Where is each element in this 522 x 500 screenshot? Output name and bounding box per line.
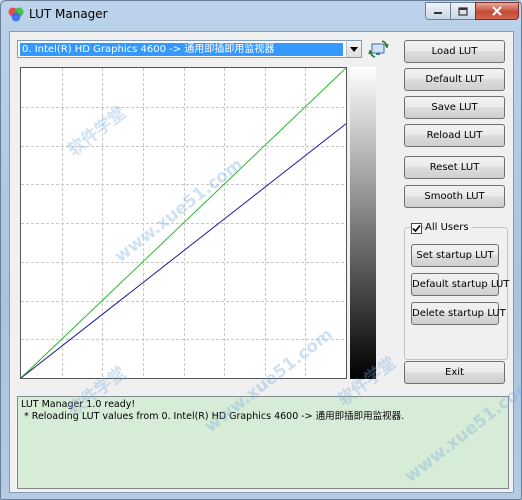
lut-curve-graph[interactable]: [20, 67, 347, 379]
device-select[interactable]: 0. Intel(R) HD Graphics 4600 -> 通用即插即用监视…: [17, 40, 362, 58]
window-title: LUT Manager: [29, 7, 108, 21]
device-select-value: 0. Intel(R) HD Graphics 4600 -> 通用即插即用监视…: [20, 43, 343, 56]
client-area: 0. Intel(R) HD Graphics 4600 -> 通用即插即用监视…: [9, 31, 514, 493]
maximize-icon: [458, 6, 468, 16]
minimize-button[interactable]: [425, 2, 451, 20]
all-users-checkbox[interactable]: [411, 223, 422, 234]
refresh-icon: [368, 40, 389, 58]
close-button[interactable]: [475, 2, 519, 20]
minimize-icon: [434, 12, 442, 14]
close-icon: [492, 6, 502, 16]
delete-startup-lut-button[interactable]: Delete startup LUT: [411, 302, 506, 325]
log-line: LUT Manager 1.0 ready!: [21, 399, 136, 410]
set-startup-lut-button[interactable]: Set startup LUT: [411, 244, 499, 267]
reload-lut-button[interactable]: Reload LUT: [404, 124, 505, 147]
dropdown-arrow[interactable]: [346, 41, 361, 57]
title-bar[interactable]: LUT Manager: [1, 1, 521, 28]
chevron-down-icon: [350, 46, 358, 52]
exit-button[interactable]: Exit: [404, 361, 505, 384]
checkmark-icon: [412, 224, 421, 233]
log-line: * Reloading LUT values from 0. Intel(R) …: [21, 411, 405, 422]
refresh-devices-button[interactable]: [368, 38, 390, 60]
gray-ramp: [350, 67, 376, 379]
save-lut-button[interactable]: Save LUT: [404, 96, 505, 119]
smooth-lut-button[interactable]: Smooth LUT: [404, 185, 505, 208]
status-log[interactable]: LUT Manager 1.0 ready! * Reloading LUT v…: [17, 396, 509, 489]
default-startup-lut-button[interactable]: Default startup LUT: [411, 273, 509, 296]
lut-curve-plot: [21, 68, 346, 378]
app-icon: [8, 7, 24, 22]
load-lut-button[interactable]: Load LUT: [404, 40, 505, 63]
all-users-label: All Users: [425, 222, 472, 233]
lut-manager-window: LUT Manager 0. Intel(R) HD Graphics 4600…: [0, 0, 522, 500]
reset-lut-button[interactable]: Reset LUT: [404, 156, 505, 179]
default-lut-button[interactable]: Default LUT: [404, 68, 505, 91]
maximize-button[interactable]: [450, 2, 476, 20]
